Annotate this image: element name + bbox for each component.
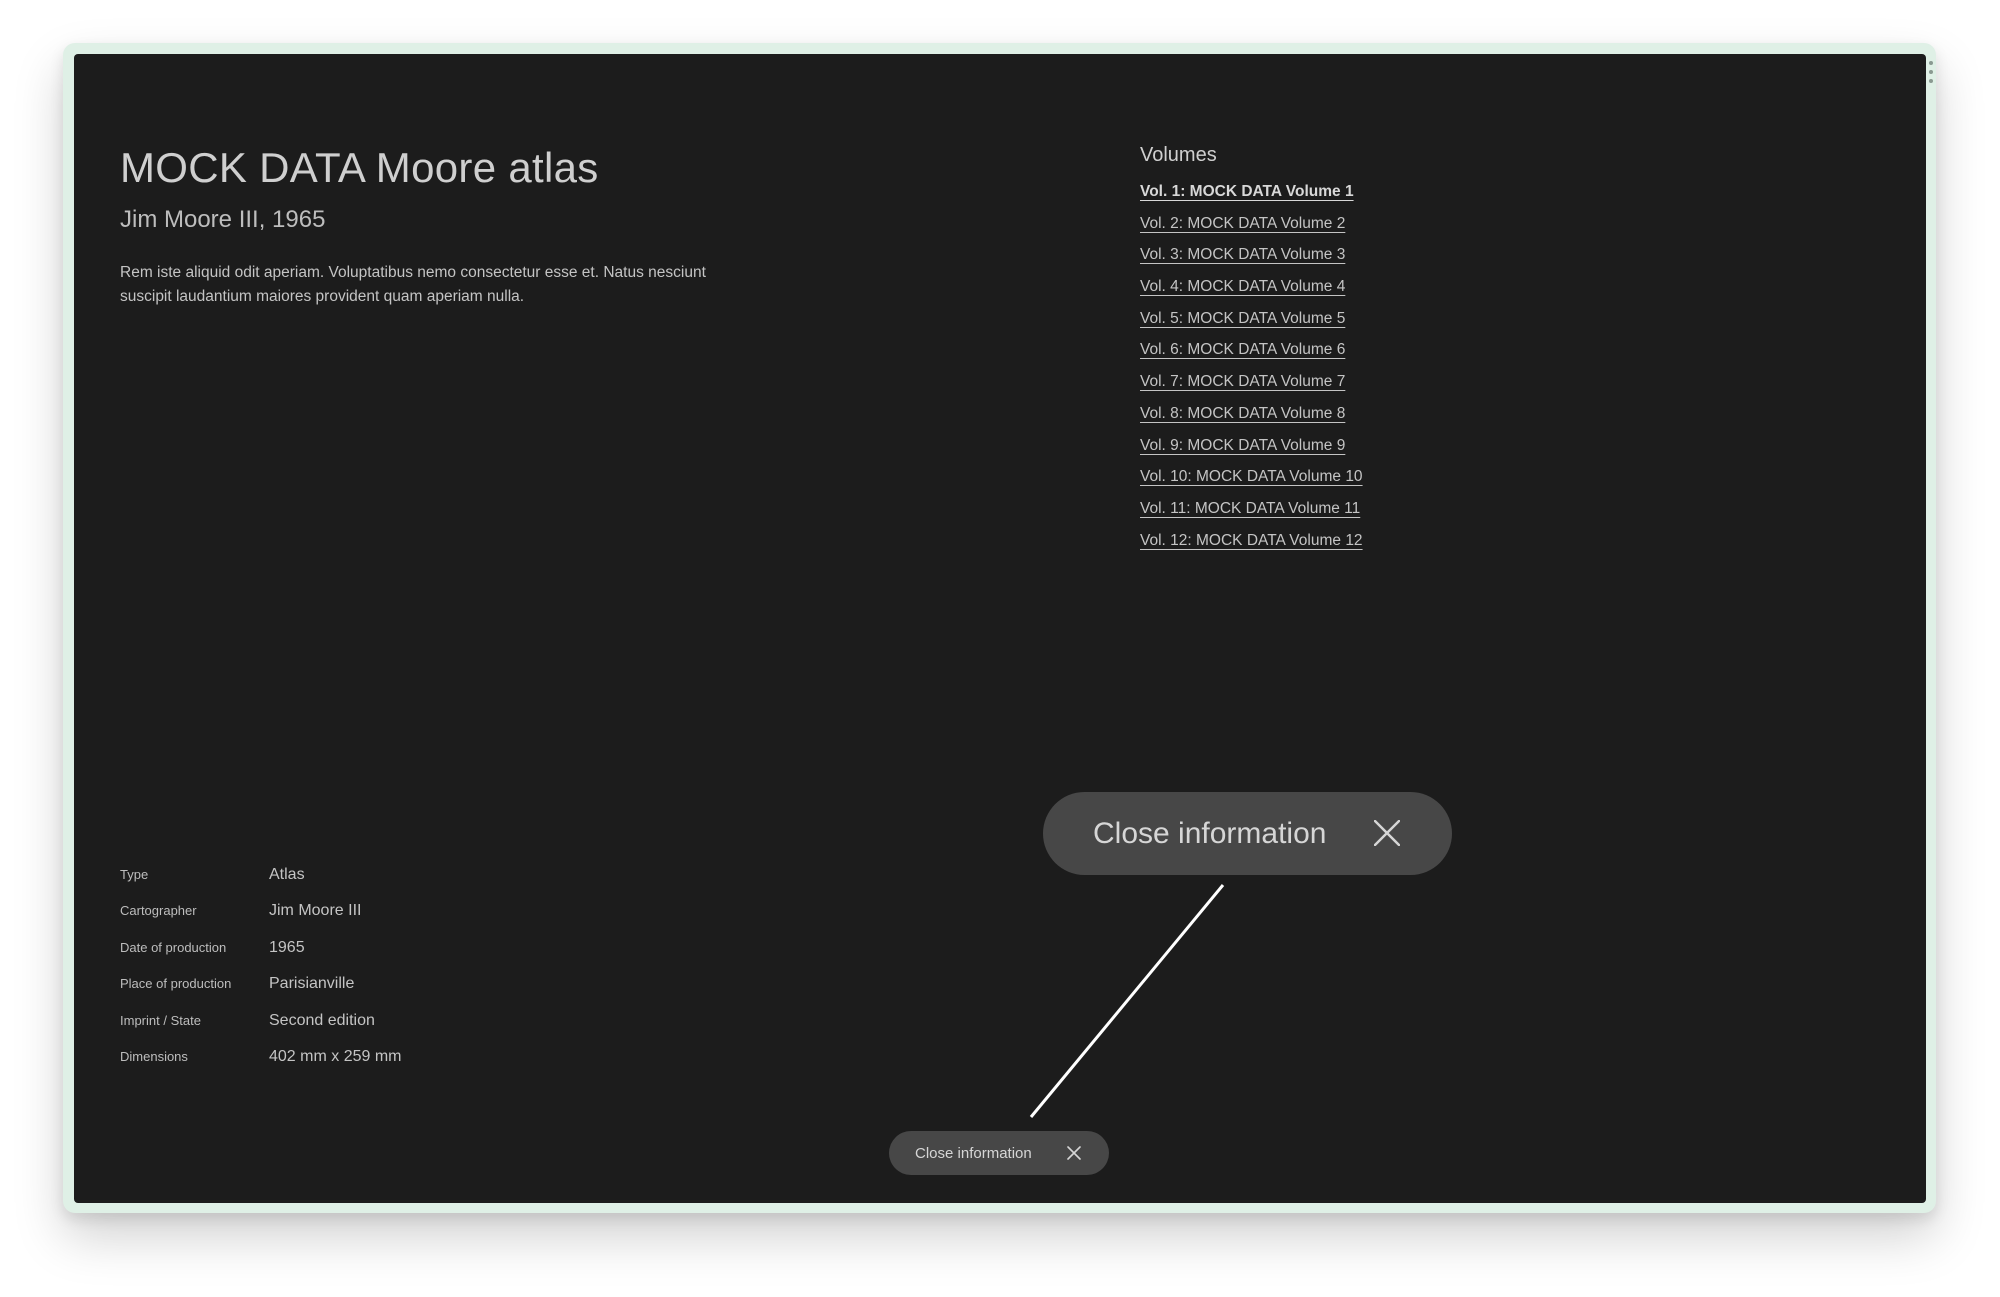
detail-value: 1965 xyxy=(269,938,305,956)
detail-label: Cartographer xyxy=(120,903,197,919)
detail-value: Atlas xyxy=(269,866,305,883)
volume-link-6[interactable]: Vol. 6: MOCK DATA Volume 6 xyxy=(1140,341,1345,358)
close-icon xyxy=(1374,820,1400,846)
detail-label: Place of production xyxy=(120,976,232,992)
details-table: Type Atlas Cartographer Jim Moore III Date o… xyxy=(120,866,401,1084)
detail-row: Cartographer Jim Moore III xyxy=(120,902,401,938)
atlas-description: Rem iste aliquid odit aperiam. Voluptati… xyxy=(120,264,706,305)
volume-link-9[interactable]: Vol. 9: MOCK DATA Volume 9 xyxy=(1140,437,1345,454)
detail-label: Imprint / State xyxy=(120,1012,201,1028)
volume-link-5[interactable]: Vol. 5: MOCK DATA Volume 5 xyxy=(1140,310,1345,327)
detail-value: 402 mm x 259 mm xyxy=(269,1047,402,1065)
volume-link-7[interactable]: Vol. 7: MOCK DATA Volume 7 xyxy=(1140,373,1345,390)
volume-link-11[interactable]: Vol. 11: MOCK DATA Volume 11 xyxy=(1140,500,1360,517)
volume-list-item: Vol. 1: MOCK DATA Volume 1 xyxy=(1140,183,1363,215)
close-information-label: Close information xyxy=(915,1144,1032,1162)
detail-row: Imprint / State Second edition xyxy=(120,1012,401,1048)
volume-list-item: Vol. 5: MOCK DATA Volume 5 xyxy=(1140,310,1363,342)
detail-value: Second edition xyxy=(269,1011,375,1029)
detail-value: Parisianville xyxy=(269,975,355,993)
volume-link-2[interactable]: Vol. 2: MOCK DATA Volume 2 xyxy=(1140,215,1345,232)
kebab-menu-icon[interactable] xyxy=(1926,61,1936,83)
volume-list-item: Vol. 8: MOCK DATA Volume 8 xyxy=(1140,405,1363,437)
volume-link-8[interactable]: Vol. 8: MOCK DATA Volume 8 xyxy=(1140,405,1345,422)
volume-link-1[interactable]: Vol. 1: MOCK DATA Volume 1 xyxy=(1140,183,1354,200)
volume-link-4[interactable]: Vol. 4: MOCK DATA Volume 4 xyxy=(1140,278,1345,295)
atlas-subtitle: Jim Moore III, 1965 xyxy=(120,206,326,233)
detail-label: Date of production xyxy=(120,939,227,955)
close-icon xyxy=(1067,1146,1081,1160)
volume-list-item: Vol. 2: MOCK DATA Volume 2 xyxy=(1140,215,1363,247)
close-information-button[interactable]: Close information xyxy=(889,1131,1109,1175)
volumes-section: Volumes Vol. 1: MOCK DATA Volume 1 Vol. 2… xyxy=(1140,144,1363,563)
volume-list-item: Vol. 6: MOCK DATA Volume 6 xyxy=(1140,341,1363,373)
volume-list-item: Vol. 4: MOCK DATA Volume 4 xyxy=(1140,278,1363,310)
detail-value: Jim Moore III xyxy=(269,902,362,920)
volume-list-item: Vol. 10: MOCK DATA Volume 10 xyxy=(1140,468,1363,500)
detail-row: Dimensions 402 mm x 259 mm xyxy=(120,1048,401,1084)
detail-label: Type xyxy=(120,867,149,882)
detail-label: Dimensions xyxy=(120,1048,188,1064)
detail-row: Place of production Parisianville xyxy=(120,975,401,1011)
callout-label: Close information xyxy=(1093,816,1327,850)
volume-link-10[interactable]: Vol. 10: MOCK DATA Volume 10 xyxy=(1140,468,1363,485)
info-panel: MOCK DATA Moore atlas Jim Moore III, 196… xyxy=(74,54,1926,1203)
volume-list-item: Vol. 12: MOCK DATA Volume 12 xyxy=(1140,532,1363,564)
detail-row: Type Atlas xyxy=(120,866,401,902)
detail-row: Date of production 1965 xyxy=(120,939,401,975)
volume-list-item: Vol. 3: MOCK DATA Volume 3 xyxy=(1140,246,1363,278)
volume-link-12[interactable]: Vol. 12: MOCK DATA Volume 12 xyxy=(1140,532,1363,549)
volume-link-3[interactable]: Vol. 3: MOCK DATA Volume 3 xyxy=(1140,246,1345,263)
callout-close-information: Close information xyxy=(1043,792,1452,875)
volume-list-item: Vol. 11: MOCK DATA Volume 11 xyxy=(1140,500,1363,532)
atlas-title: MOCK DATA Moore atlas xyxy=(120,144,599,191)
volume-list-item: Vol. 7: MOCK DATA Volume 7 xyxy=(1140,373,1363,405)
volumes-heading: Volumes xyxy=(1140,144,1217,166)
volume-list: Vol. 1: MOCK DATA Volume 1 Vol. 2: MOCK D… xyxy=(1140,183,1363,563)
volume-list-item: Vol. 9: MOCK DATA Volume 9 xyxy=(1140,437,1363,469)
